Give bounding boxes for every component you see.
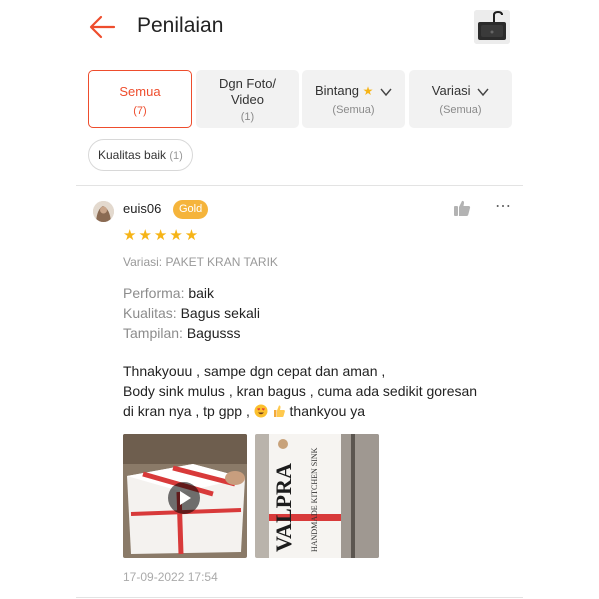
filter-rating[interactable]: Bintang ★ (Semua) — [302, 70, 405, 128]
box-brand-text: VALPRA — [271, 463, 296, 552]
product-thumbnail[interactable] — [474, 10, 510, 44]
tag-filter-label: Kualitas baik — [98, 148, 167, 162]
chevron-down-icon — [477, 88, 489, 96]
thumbs-up-icon[interactable] — [453, 199, 471, 217]
attribute-row: Tampilan: Bagusss — [123, 323, 260, 343]
filter-tabs: Semua (7) Dgn Foto/ Video (1) Bintang ★ … — [88, 70, 512, 130]
attribute-row: Performa: baik — [123, 283, 260, 303]
review-date: 17-09-2022 17:54 — [123, 570, 218, 584]
heart-eyes-emoji-icon — [254, 404, 268, 418]
member-badge: Gold — [173, 200, 209, 219]
attribute-row: Kualitas: Bagus sekali — [123, 303, 260, 323]
filter-photo-video[interactable]: Dgn Foto/ Video (1) — [196, 70, 299, 128]
attribute-value: Bagusss — [186, 325, 241, 341]
app-header: Penilaian — [0, 0, 599, 56]
filter-all-label: Semua — [119, 84, 161, 99]
review-text-line: Body sink mulus , kran bagus , cuma ada … — [123, 383, 478, 399]
divider — [76, 185, 523, 186]
avatar-image — [93, 201, 114, 222]
filter-variant-sub: (Semua) — [439, 104, 482, 116]
filter-variant-label: Variasi — [431, 83, 471, 98]
sink-product-image — [474, 10, 510, 44]
more-options-icon[interactable]: ⋯ — [495, 199, 512, 215]
review-text-line: di kran nya , tp gpp , thankyou ya — [123, 401, 513, 421]
tag-filter-count: (1) — [169, 150, 183, 162]
filter-all-count: (7) — [133, 105, 147, 117]
attribute-key: Performa: — [123, 285, 185, 301]
attribute-key: Tampilan: — [123, 325, 183, 341]
rating-stars: ★★★★★ — [123, 227, 201, 244]
review-text-segment: thankyou ya — [289, 403, 366, 419]
filter-rating-row: Bintang ★ — [302, 83, 405, 99]
box-photo: VALPRA HANDMADE KITCHEN SINK — [255, 434, 379, 558]
filter-variant-row: Variasi — [409, 83, 512, 99]
review-text: Thnakyouu , sampe dgn cepat dan aman , B… — [123, 361, 513, 421]
back-arrow-icon[interactable] — [88, 14, 116, 40]
filter-photo-video-label-2: Video — [230, 92, 264, 107]
tag-filter-quality[interactable]: Kualitas baik (1) — [88, 139, 193, 171]
review-video-thumbnail[interactable] — [123, 434, 247, 558]
filter-variant[interactable]: Variasi (Semua) — [409, 70, 512, 128]
filter-rating-label: Bintang — [314, 83, 360, 98]
filter-photo-video-count: (1) — [240, 111, 255, 123]
review-attributes: Performa: baik Kualitas: Bagus sekali Ta… — [123, 283, 260, 343]
thumbs-up-emoji-icon — [273, 405, 285, 417]
box-sub-text: HANDMADE KITCHEN SINK — [310, 447, 319, 552]
avatar[interactable] — [93, 201, 114, 222]
attribute-key: Kualitas: — [123, 305, 177, 321]
filter-photo-video-label-1: Dgn Foto/ — [218, 76, 277, 91]
filter-rating-sub: (Semua) — [332, 104, 375, 116]
review-photo-thumbnail[interactable]: VALPRA HANDMADE KITCHEN SINK — [255, 434, 379, 558]
review-text-segment: di kran nya , tp gpp , — [123, 403, 250, 419]
filter-all[interactable]: Semua (7) — [88, 70, 192, 128]
reviewer-name: euis06 — [123, 201, 162, 216]
review-variant: Variasi: PAKET KRAN TARIK — [123, 255, 278, 269]
page-title: Penilaian — [137, 14, 224, 37]
attribute-value: baik — [188, 285, 215, 301]
attribute-value: Bagus sekali — [180, 305, 260, 321]
review-text-line: Thnakyouu , sampe dgn cepat dan aman , — [123, 363, 386, 379]
divider — [76, 597, 523, 598]
play-icon[interactable] — [168, 482, 200, 514]
chevron-down-icon — [380, 88, 392, 96]
star-icon: ★ — [362, 84, 374, 98]
